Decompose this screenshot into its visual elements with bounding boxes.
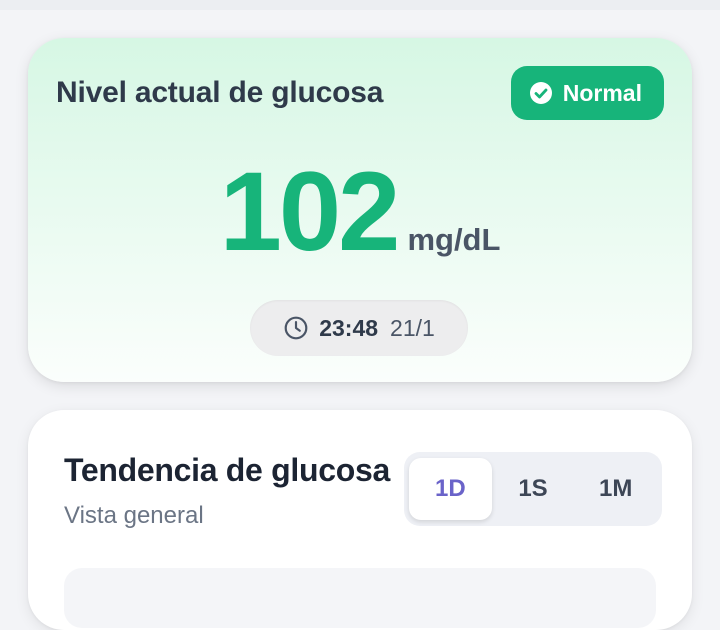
current-glucose-card: Nivel actual de glucosa Normal 102 mg/dL… <box>28 38 692 382</box>
check-circle-icon <box>529 82 552 104</box>
status-bar-strip <box>0 0 720 10</box>
reading-date: 21/1 <box>390 314 435 341</box>
range-button-1s[interactable]: 1S <box>492 458 575 520</box>
glucose-unit: mg/dL <box>407 222 501 257</box>
reading-time: 23:48 <box>319 314 379 341</box>
reading-timestamp: 23:48 21/1 <box>250 300 468 356</box>
glucose-value: 102 <box>219 149 401 274</box>
trend-subtitle: Vista general <box>64 502 204 529</box>
current-glucose-title: Nivel actual de glucosa <box>56 76 384 109</box>
time-range-selector: 1D 1S 1M <box>404 452 662 526</box>
trend-chart-area <box>64 568 656 628</box>
status-badge: Normal <box>510 66 664 120</box>
trend-title: Tendencia de glucosa <box>64 452 390 488</box>
glucose-trend-card: Tendencia de glucosa Vista general 1D 1S… <box>28 410 692 630</box>
status-label: Normal <box>562 79 642 106</box>
clock-icon <box>284 316 308 340</box>
range-button-1d[interactable]: 1D <box>409 458 492 520</box>
glucose-reading: 102 mg/dL <box>28 156 692 268</box>
range-button-1m[interactable]: 1M <box>574 458 657 520</box>
